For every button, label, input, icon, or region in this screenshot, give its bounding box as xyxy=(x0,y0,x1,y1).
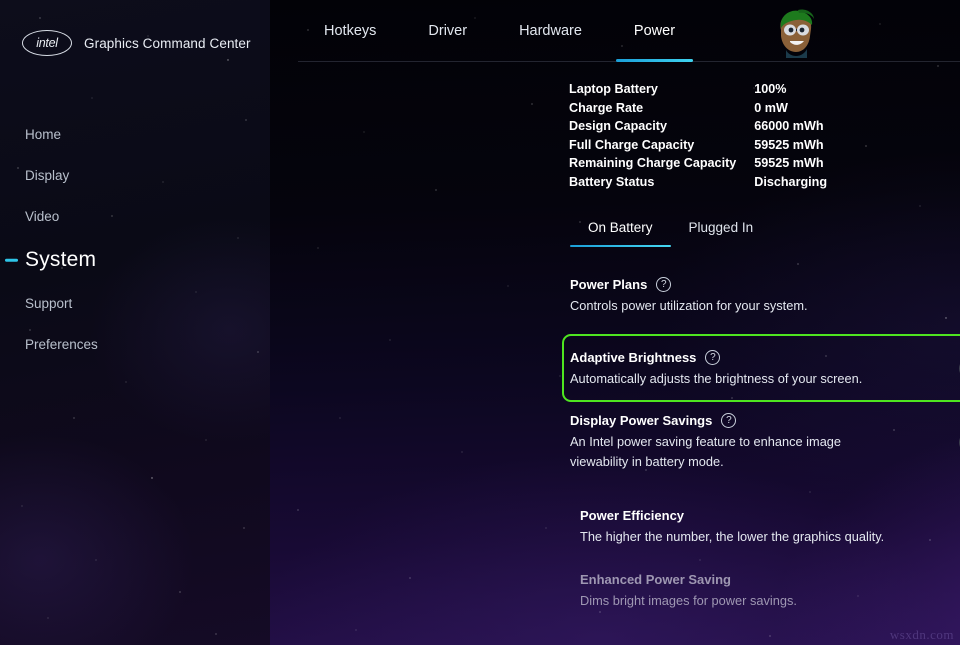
setting-description: Controls power utilization for your syst… xyxy=(570,296,960,316)
watermark: wsxdn.com xyxy=(890,627,954,643)
adaptive-brightness-text: Adaptive Brightness ? Automatically adju… xyxy=(570,350,960,389)
table-row: Battery Status Discharging xyxy=(569,175,827,194)
sidebar-item-preferences[interactable]: Preferences xyxy=(0,324,270,365)
display-power-savings-text: Display Power Savings ? An Intel power s… xyxy=(570,413,960,472)
tab-active-underline xyxy=(616,59,693,62)
power-plans-text: Power Plans ? Controls power utilization… xyxy=(570,277,960,316)
setting-description: Automatically adjusts the brightness of … xyxy=(570,369,960,389)
battery-value: 59525 mWh xyxy=(754,156,827,175)
tab-label: Hardware xyxy=(519,23,582,39)
subtab-label: On Battery xyxy=(588,220,653,235)
setting-title: Power Efficiency xyxy=(580,508,684,523)
battery-value: Discharging xyxy=(754,175,827,194)
intel-logo: intel xyxy=(22,30,72,56)
tab-label: Driver xyxy=(428,23,467,39)
setting-title: Display Power Savings xyxy=(570,413,712,428)
help-icon[interactable]: ? xyxy=(656,277,671,292)
application-window: intel Graphics Command Center Home Displ… xyxy=(0,0,960,645)
enhanced-power-saving-title-line: Enhanced Power Saving xyxy=(580,572,960,587)
setting-description: Dims bright images for power savings. xyxy=(580,591,960,611)
power-efficiency-title-line: Power Efficiency xyxy=(580,508,960,523)
battery-key: Laptop Battery xyxy=(569,82,754,101)
table-row: Full Charge Capacity 59525 mWh xyxy=(569,138,827,157)
setting-row-adaptive-brightness: Adaptive Brightness ? Automatically adju… xyxy=(570,350,960,389)
sidebar: intel Graphics Command Center Home Displ… xyxy=(0,0,270,645)
sidebar-item-label: Video xyxy=(25,209,59,224)
battery-key: Full Charge Capacity xyxy=(569,138,754,157)
battery-value: 0 mW xyxy=(754,101,827,120)
power-plans-title-line: Power Plans ? xyxy=(570,277,960,292)
subtab-active-underline xyxy=(570,245,671,248)
sidebar-item-label: Home xyxy=(25,127,61,142)
setting-row-display-power-savings: Display Power Savings ? An Intel power s… xyxy=(570,413,960,472)
battery-key: Battery Status xyxy=(569,175,754,194)
tab-label: Power xyxy=(634,23,675,39)
app-title: Graphics Command Center xyxy=(84,36,251,51)
setting-title: Enhanced Power Saving xyxy=(580,572,731,587)
main-content: Hotkeys Driver Hardware Power xyxy=(270,0,960,645)
setting-description: The higher the number, the lower the gra… xyxy=(580,527,960,547)
sidebar-item-label: Preferences xyxy=(25,337,98,352)
battery-key: Charge Rate xyxy=(569,101,754,120)
adaptive-brightness-title-line: Adaptive Brightness ? xyxy=(570,350,960,365)
sidebar-item-label: Display xyxy=(25,168,69,183)
table-row: Design Capacity 66000 mWh xyxy=(569,119,827,138)
help-icon[interactable]: ? xyxy=(705,350,720,365)
table-row: Remaining Charge Capacity 59525 mWh xyxy=(569,156,827,175)
table-row: Charge Rate 0 mW xyxy=(569,101,827,120)
brand: intel Graphics Command Center xyxy=(0,0,270,62)
subtabs: On Battery Plugged In xyxy=(570,220,771,247)
active-indicator xyxy=(5,259,18,262)
setting-row-power-efficiency: Power Efficiency The higher the number, … xyxy=(580,508,960,547)
tab-power[interactable]: Power xyxy=(608,0,701,62)
tab-hotkeys[interactable]: Hotkeys xyxy=(298,0,402,62)
tabbar: Hotkeys Driver Hardware Power xyxy=(270,0,960,62)
subtab-plugged-in[interactable]: Plugged In xyxy=(671,220,772,247)
subtab-label: Plugged In xyxy=(689,220,754,235)
tab-driver[interactable]: Driver xyxy=(402,0,493,62)
sidebar-item-label: System xyxy=(25,248,96,272)
battery-value: 66000 mWh xyxy=(754,119,827,138)
battery-value: 100% xyxy=(754,82,827,101)
avatar[interactable] xyxy=(768,4,822,58)
table-row: Laptop Battery 100% xyxy=(569,82,827,101)
display-power-savings-title-line: Display Power Savings ? xyxy=(570,413,960,428)
tab-label: Hotkeys xyxy=(324,23,376,39)
sidebar-item-label: Support xyxy=(25,296,72,311)
enhanced-power-saving-text: Enhanced Power Saving Dims bright images… xyxy=(580,572,960,611)
tab-hardware[interactable]: Hardware xyxy=(493,0,608,62)
setting-description: An Intel power saving feature to enhance… xyxy=(570,432,870,472)
power-efficiency-text: Power Efficiency The higher the number, … xyxy=(580,508,960,547)
sidebar-item-support[interactable]: Support xyxy=(0,283,270,324)
avatar-image xyxy=(768,4,822,58)
battery-key: Design Capacity xyxy=(569,119,754,138)
setting-title: Power Plans xyxy=(570,277,647,292)
setting-row-power-plans: Power Plans ? Controls power utilization… xyxy=(570,277,960,316)
battery-table: Laptop Battery 100% Charge Rate 0 mW Des… xyxy=(569,82,827,194)
battery-key: Remaining Charge Capacity xyxy=(569,156,754,175)
subtab-on-battery[interactable]: On Battery xyxy=(570,220,671,247)
help-icon[interactable]: ? xyxy=(721,413,736,428)
sidebar-item-video[interactable]: Video xyxy=(0,196,270,237)
setting-title: Adaptive Brightness xyxy=(570,350,696,365)
sidebar-item-home[interactable]: Home xyxy=(0,114,270,155)
battery-info-table: Laptop Battery 100% Charge Rate 0 mW Des… xyxy=(569,82,827,194)
battery-value: 59525 mWh xyxy=(754,138,827,157)
sidebar-nav: Home Display Video System Support Prefer… xyxy=(0,114,270,365)
setting-row-enhanced-power-saving: Enhanced Power Saving Dims bright images… xyxy=(580,572,960,611)
sidebar-item-display[interactable]: Display xyxy=(0,155,270,196)
sidebar-item-system[interactable]: System xyxy=(0,237,270,283)
